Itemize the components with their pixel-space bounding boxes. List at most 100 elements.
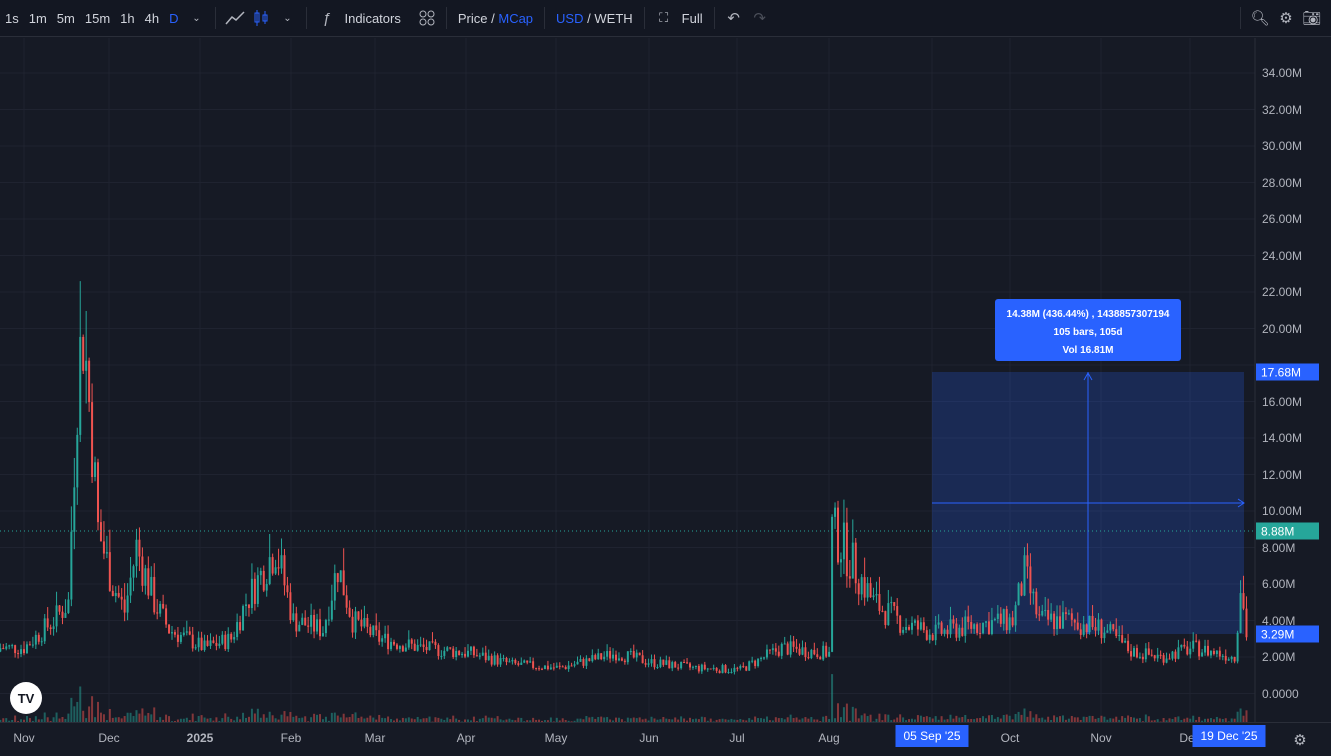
weth-option[interactable]: WETH [594, 11, 632, 26]
candle-body [1239, 593, 1242, 633]
templates-icon[interactable] [414, 5, 440, 31]
candle-body [289, 592, 292, 621]
candle-body [387, 633, 390, 650]
usd-option[interactable]: USD [556, 11, 583, 26]
candle-body [138, 539, 141, 557]
candle-body [407, 639, 410, 648]
candle-body [268, 557, 271, 585]
line-chart-icon[interactable] [222, 5, 248, 31]
candle-body [526, 660, 529, 663]
candle-body [1156, 654, 1159, 659]
candle-body [64, 613, 67, 618]
volume-bar [82, 710, 85, 722]
candle-body [363, 617, 366, 627]
chevron-down-icon[interactable]: ⌄ [183, 5, 209, 31]
candle-body [410, 639, 413, 644]
volume-bar [354, 712, 357, 722]
candle-body [1174, 651, 1177, 659]
x-axis-label: Jun [639, 731, 659, 745]
redo-icon[interactable]: ↷ [747, 5, 773, 31]
volume-bar [837, 703, 839, 722]
candle-body [1218, 650, 1221, 657]
candle-body [319, 619, 321, 637]
volume-bar [1144, 714, 1147, 722]
candle-body [256, 575, 259, 604]
candle-body [425, 647, 428, 651]
candle-body [541, 668, 543, 670]
candle-body [990, 620, 993, 635]
candle-body [1011, 617, 1014, 626]
candle-body [508, 661, 511, 663]
candle-body [641, 655, 644, 664]
candle-body [979, 632, 982, 634]
candle-body [17, 653, 20, 655]
candle-body [188, 631, 191, 635]
candle-body [1118, 635, 1121, 637]
candle-body [165, 608, 168, 625]
y-axis-label: 2.00M [1262, 650, 1296, 664]
candle-body [1109, 624, 1112, 631]
tradingview-logo[interactable]: TV [10, 682, 42, 714]
candle-body [82, 336, 85, 371]
price-option[interactable]: Price [458, 11, 488, 26]
undo-icon[interactable]: ↶ [721, 5, 747, 31]
timeframe-4h[interactable]: 4h [140, 11, 164, 26]
candle-body [245, 604, 247, 607]
gear-icon[interactable]: ⚙ [1273, 5, 1299, 31]
candle-body [34, 634, 37, 645]
currency-toggle[interactable]: USD / WETH [551, 11, 638, 26]
timeframe-d[interactable]: D [164, 11, 183, 26]
timeframe-1s[interactable]: 1s [0, 11, 24, 26]
price-mcap-toggle[interactable]: Price / MCap [453, 11, 538, 26]
x-axis-label: May [544, 731, 568, 745]
fullscreen-icon[interactable]: ⛶ [651, 5, 677, 31]
candle-body [310, 614, 313, 627]
timeframe-5m[interactable]: 5m [52, 11, 80, 26]
function-icon[interactable]: ƒ [313, 5, 339, 31]
mcap-option[interactable]: MCap [498, 11, 533, 26]
candle-body [845, 522, 848, 577]
candle-body [413, 643, 416, 651]
candle-body [129, 577, 132, 596]
candle-body [111, 590, 114, 597]
volume-bar [289, 711, 292, 722]
candle-body [869, 583, 872, 598]
full-button[interactable]: Full [677, 11, 708, 26]
candle-body [552, 667, 555, 669]
divider [215, 7, 217, 29]
settings-icon[interactable]: ⚙ [1287, 727, 1313, 753]
camera-icon[interactable]: 📷︎ [1299, 5, 1325, 31]
candle-body [1227, 659, 1230, 661]
candle-body [615, 654, 617, 661]
y-axis-label: 34.00M [1262, 66, 1303, 80]
timeframe-1m[interactable]: 1m [24, 11, 52, 26]
timeframe-1h[interactable]: 1h [115, 11, 139, 26]
volume-bar [97, 701, 99, 722]
volume-bar [949, 714, 952, 722]
candle-body [236, 622, 239, 638]
volume-bar [316, 714, 319, 722]
indicators-button[interactable]: Indicators [339, 11, 405, 26]
candle-body [567, 665, 570, 670]
candle-body [1044, 610, 1047, 612]
volume-bar [1029, 711, 1032, 722]
zoom-search-icon[interactable]: 🔍︎ [1247, 5, 1273, 31]
candle-body [292, 613, 295, 621]
chevron-down-icon[interactable]: ⌄ [274, 5, 300, 31]
candle-body [366, 617, 369, 627]
candle-body [313, 614, 316, 632]
candle-body [31, 644, 34, 646]
candle-body [842, 522, 845, 560]
timeframe-15m[interactable]: 15m [80, 11, 115, 26]
volume-bar [854, 708, 857, 722]
candle-body [801, 647, 804, 655]
candle-body [585, 658, 588, 666]
candle-body [40, 641, 43, 643]
candle-body [259, 570, 262, 576]
candle-body [173, 632, 176, 635]
measure-end-date-tag: 19 Dec '25 [1192, 725, 1266, 747]
candle-body [653, 659, 656, 668]
candles-icon[interactable] [248, 5, 274, 31]
candle-body [721, 665, 724, 674]
price-chart[interactable] [0, 38, 1331, 722]
